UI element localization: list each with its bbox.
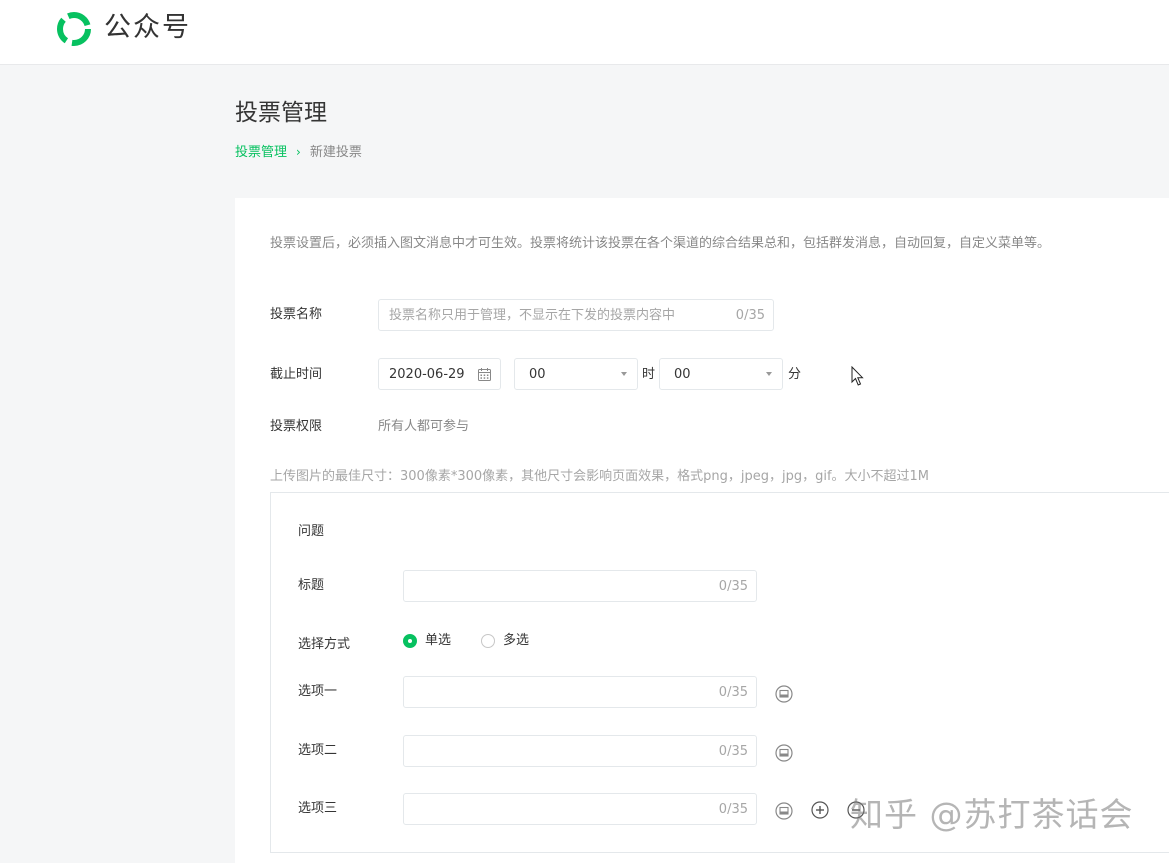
permission-value: 所有人都可参与 [378,419,470,434]
multiple-choice-radio[interactable] [481,634,495,648]
vote-name-placeholder: 投票名称只用于管理，不显示在下发的投票内容中 [389,308,676,323]
page-title: 投票管理 [235,100,327,126]
deadline-minute-value: 00 [674,367,691,382]
hour-unit: 时 [642,367,656,382]
single-choice-radio[interactable] [403,634,417,648]
calendar-icon[interactable] [477,367,492,382]
watermark: 知乎 @苏打茶话会 [850,795,1134,834]
option-1-counter: 0/35 [718,685,748,700]
permission-label: 投票权限 [270,419,323,434]
chevron-down-icon [766,372,772,376]
chevron-down-icon [621,372,627,376]
breadcrumb-separator: › [296,145,301,159]
question-heading: 问题 [298,524,325,539]
option-3-counter: 0/35 [718,802,748,817]
minute-unit: 分 [788,367,802,382]
deadline-hour-value: 00 [529,367,546,382]
option-1-label: 选项一 [298,684,338,699]
option-3-input[interactable]: 0/35 [403,793,757,825]
vote-name-input[interactable]: 投票名称只用于管理，不显示在下发的投票内容中 0/35 [378,299,774,331]
image-upload-icon[interactable] [775,685,793,703]
deadline-hour-select[interactable]: 00 [514,358,638,390]
option-1-input[interactable]: 0/35 [403,676,757,708]
deadline-label: 截止时间 [270,367,323,382]
option-2-label: 选项二 [298,743,338,758]
vote-notice: 投票设置后，必须插入图文消息中才可生效。投票将统计该投票在各个渠道的综合结果总和… [270,236,1051,251]
upload-tip: 上传图片的最佳尺寸：300像素*300像素，其他尺寸会影响页面效果，格式png，… [270,469,930,484]
add-option-icon[interactable] [811,801,829,819]
image-upload-icon[interactable] [775,744,793,762]
logo-text[interactable]: 公众号 [104,10,191,46]
option-3-label: 选项三 [298,801,338,816]
question-title-counter: 0/35 [718,579,748,594]
top-bar: 公众号 [0,0,1169,65]
vote-name-label: 投票名称 [270,307,323,322]
selection-mode-label: 选择方式 [298,637,351,652]
breadcrumb: 投票管理 › 新建投票 [235,143,362,162]
breadcrumb-parent-link[interactable]: 投票管理 [235,145,287,160]
question-title-input[interactable]: 0/35 [403,570,757,602]
deadline-date-picker[interactable]: 2020-06-29 [378,358,501,390]
wechat-logo-icon[interactable] [55,10,93,48]
breadcrumb-current: 新建投票 [309,145,362,160]
single-choice-label[interactable]: 单选 [425,632,451,650]
option-2-input[interactable]: 0/35 [403,735,757,767]
deadline-minute-select[interactable]: 00 [659,358,783,390]
mouse-cursor-icon [851,366,864,386]
multiple-choice-label[interactable]: 多选 [503,632,529,650]
deadline-date-value: 2020-06-29 [389,367,465,382]
image-upload-icon[interactable] [775,802,793,820]
option-2-counter: 0/35 [718,744,748,759]
question-title-label: 标题 [298,578,325,593]
vote-name-counter: 0/35 [735,308,765,323]
